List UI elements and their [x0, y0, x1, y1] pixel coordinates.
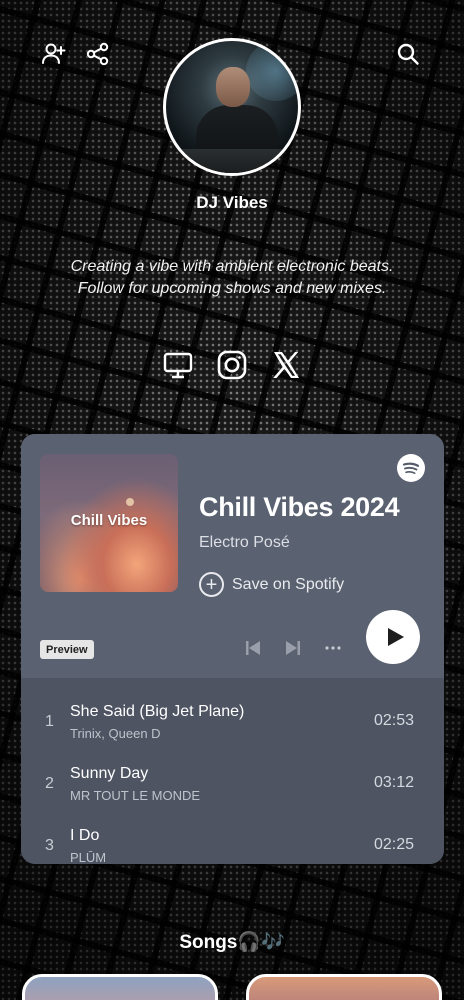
spotify-icon[interactable] [397, 454, 425, 482]
song-thumbnail[interactable] [22, 974, 218, 1000]
play-button[interactable] [366, 610, 420, 664]
track-title: Sunny Day [70, 765, 149, 782]
track-duration: 02:25 [373, 836, 414, 853]
search-icon[interactable] [394, 40, 422, 68]
add-user-icon[interactable] [40, 40, 68, 68]
track-number: 1 [45, 713, 54, 730]
track-artist: MR TOUT LE MONDE [70, 788, 201, 803]
save-label: Save on Spotify [232, 575, 345, 593]
topbar-right [394, 40, 422, 68]
share-icon[interactable] [84, 40, 112, 68]
bio-line-2: Follow for upcoming shows and new mixes. [77, 280, 387, 297]
spotify-embed: Chill Vibes Chill Vibes 2024 Electro Pos… [21, 434, 444, 864]
next-track-icon[interactable] [283, 638, 303, 658]
playlist-owner[interactable]: Electro Posé [199, 534, 290, 552]
track-artist: PLŪM [70, 850, 107, 864]
more-options-icon[interactable] [323, 638, 343, 658]
track-title: I Do [70, 827, 100, 844]
track-row[interactable]: 1 She Said (Big Jet Plane) Trinix, Queen… [21, 688, 444, 750]
playlist-title[interactable]: Chill Vibes 2024 [199, 492, 400, 523]
track-artist: Trinix, Queen D [70, 726, 161, 741]
topbar-left [40, 40, 112, 68]
song-thumbnail[interactable] [246, 974, 442, 1000]
play-icon [387, 628, 404, 646]
track-duration: 02:53 [373, 712, 414, 729]
add-circle-icon: + [199, 572, 224, 597]
previous-track-icon[interactable] [243, 638, 263, 658]
instagram-icon[interactable] [215, 348, 249, 382]
save-on-spotify-button[interactable]: + Save on Spotify [199, 572, 344, 597]
track-row[interactable]: 3 I Do PLŪM 02:25 [21, 812, 444, 864]
x-icon[interactable] [269, 348, 303, 382]
playlist-cover[interactable]: Chill Vibes [40, 454, 178, 592]
track-number: 3 [45, 837, 54, 854]
track-number: 2 [45, 775, 54, 792]
cover-text: Chill Vibes [70, 512, 148, 529]
profile-bio: Creating a vibe with ambient electronic … [30, 256, 434, 300]
track-title: She Said (Big Jet Plane) [70, 703, 245, 720]
social-links [0, 348, 464, 382]
bio-line-1: Creating a vibe with ambient electronic … [70, 258, 394, 275]
avatar [163, 38, 301, 176]
track-duration: 03:12 [373, 774, 414, 791]
profile-name: DJ Vibes [196, 193, 268, 212]
songs-heading: Songs🎧🎶 [179, 932, 285, 953]
track-row[interactable]: 2 Sunny Day MR TOUT LE MONDE 03:12 [21, 750, 444, 812]
monitor-icon[interactable] [161, 348, 195, 382]
track-list: 1 She Said (Big Jet Plane) Trinix, Queen… [21, 678, 444, 864]
preview-badge: Preview [40, 640, 94, 659]
player-header: Chill Vibes Chill Vibes 2024 Electro Pos… [21, 434, 444, 678]
player-controls [243, 638, 343, 658]
